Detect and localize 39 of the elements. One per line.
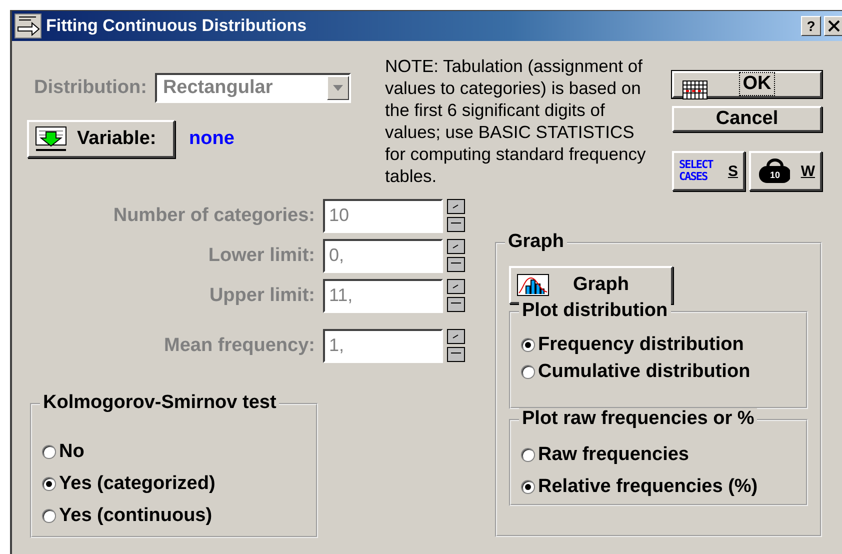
variable-button[interactable]: Variable: <box>27 120 175 158</box>
download-arrow-icon <box>35 126 67 152</box>
radio-option[interactable]: Cumulative distribution <box>521 358 796 385</box>
ok-button[interactable]: OK <box>672 71 822 98</box>
spin-down-button[interactable] <box>447 217 465 233</box>
histogram-icon <box>517 274 549 296</box>
spin-down-button[interactable] <box>447 347 465 363</box>
spin-up-button[interactable] <box>447 199 465 215</box>
group-title: Kolmogorov-Smirnov test <box>40 392 280 414</box>
radio-option[interactable]: Yes (categorized) <box>42 468 306 500</box>
table-icon <box>682 80 708 100</box>
app-icon <box>14 13 42 39</box>
radio-option[interactable]: Raw frequencies <box>521 439 796 471</box>
cancel-button[interactable]: Cancel <box>672 106 822 132</box>
spin-up-button[interactable] <box>447 239 465 255</box>
radio-option[interactable]: No <box>42 436 306 468</box>
close-icon <box>828 20 840 32</box>
weight-button[interactable]: 10 W <box>749 151 822 191</box>
field-label: Mean frequency: <box>163 335 315 357</box>
radio-option[interactable]: Frequency distribution <box>521 331 796 358</box>
note-text: NOTE: Tabulation (assignment of values to categories) is based on the first 6 significant digits of values; use BASIC STATISTICS for computing standard frequency tables. <box>385 55 647 188</box>
group-title: Plot raw frequencies or % <box>519 408 758 430</box>
spin-down-button[interactable] <box>447 297 465 313</box>
group-title: Graph <box>505 231 567 253</box>
close-button[interactable] <box>824 16 842 36</box>
spin-down-button[interactable] <box>447 257 465 273</box>
help-button[interactable]: ? <box>801 16 821 36</box>
field-label: Number of categories: <box>112 205 315 227</box>
dropdown-arrow-icon <box>332 85 343 91</box>
radio-option[interactable]: Relative frequencies (%) <box>521 471 796 503</box>
field-label: Lower limit: <box>207 245 315 267</box>
field-label: Upper limit: <box>208 285 315 307</box>
window-title: Fitting Continuous Distributions <box>46 16 308 36</box>
variable-value: none <box>189 128 234 150</box>
field-label: Distribution: <box>34 77 147 99</box>
spin-up-button[interactable] <box>447 329 465 345</box>
spin-up-button[interactable] <box>447 279 465 295</box>
radio-option[interactable]: Yes (continuous) <box>42 500 306 532</box>
select-cases-button[interactable]: SELECT CASES S <box>672 151 745 191</box>
